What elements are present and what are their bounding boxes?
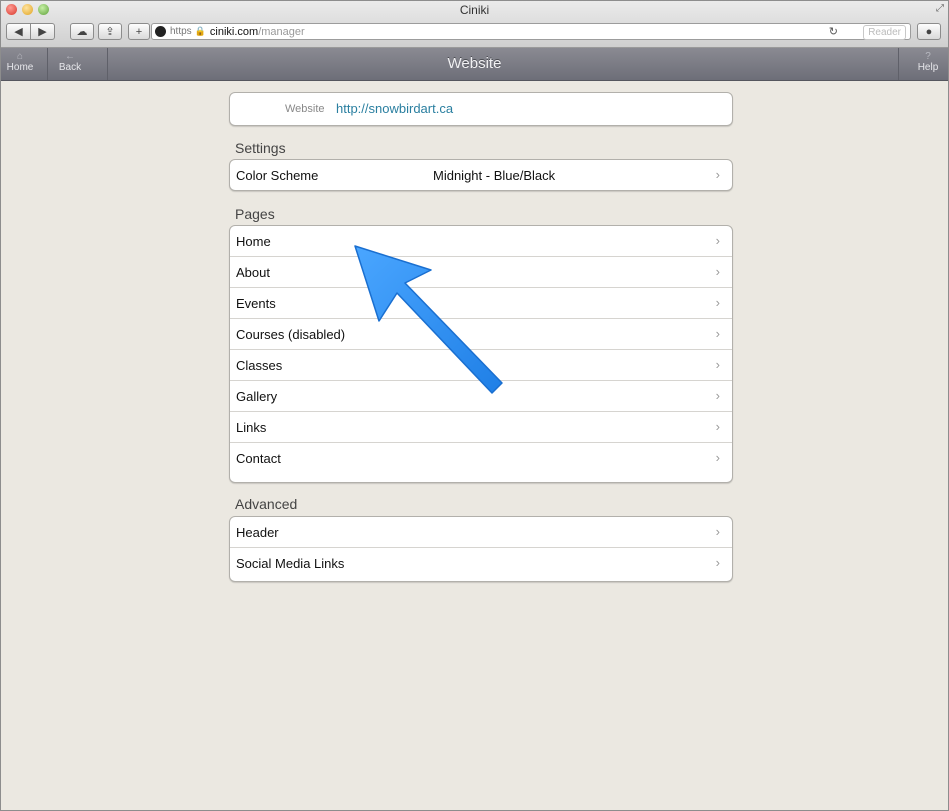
advanced-list: Header › Social Media Links › xyxy=(229,516,733,582)
page-row-events[interactable]: Events › xyxy=(230,287,732,318)
advanced-heading: Advanced xyxy=(235,496,298,512)
fullscreen-icon[interactable]: ⤢ xyxy=(936,3,944,14)
page-row-classes[interactable]: Classes › xyxy=(230,349,732,380)
reload-icon[interactable]: ↻ xyxy=(829,25,838,38)
plus-icon: + xyxy=(135,25,143,38)
cloud-icon: ☁ xyxy=(76,26,88,38)
page-row-gallery[interactable]: Gallery › xyxy=(230,380,732,411)
page-row-home[interactable]: Home › xyxy=(230,226,732,256)
share-button[interactable]: ⇪ xyxy=(98,23,122,40)
settings-list: Color Scheme Midnight - Blue/Black › xyxy=(229,159,733,191)
chevron-right-icon: › xyxy=(715,326,720,341)
chevron-right-icon: › xyxy=(715,555,720,570)
chevron-right-icon: › xyxy=(715,450,720,465)
chevron-right-icon: › xyxy=(715,233,720,248)
pages-heading: Pages xyxy=(235,206,275,222)
toolbar-divider xyxy=(898,48,899,80)
site-favicon-icon xyxy=(155,26,166,37)
row-label: Courses (disabled) xyxy=(236,327,346,342)
row-label: Color Scheme xyxy=(236,168,319,183)
address-bar[interactable]: https 🔒 ciniki.com /manager ↻ Reader xyxy=(151,23,911,40)
row-label: Gallery xyxy=(236,389,278,404)
website-url-link[interactable]: http://snowbirdart.ca xyxy=(336,101,453,116)
row-label: Social Media Links xyxy=(236,556,345,571)
pages-list: Home › About › Events › Courses (disable… xyxy=(229,225,733,483)
triangle-right-icon: ▶ xyxy=(38,26,47,38)
browser-window: Ciniki ⤢ ◀ ▶ ☁ ⇪ + https 🔒 ciniki.com /m… xyxy=(0,0,949,811)
chevron-right-icon: › xyxy=(715,264,720,279)
browser-back-button[interactable]: ◀ xyxy=(6,23,31,40)
advanced-row-social-media-links[interactable]: Social Media Links › xyxy=(230,547,732,578)
row-label: Events xyxy=(236,296,276,311)
toolbar-help-button[interactable]: ? Help xyxy=(912,51,944,73)
row-label: Links xyxy=(236,420,267,435)
toolbar-help-label: Help xyxy=(917,62,939,73)
advanced-row-header[interactable]: Header › xyxy=(230,517,732,547)
icloud-tabs-button[interactable]: ☁ xyxy=(70,23,94,40)
chevron-right-icon: › xyxy=(715,524,720,539)
row-label: Home xyxy=(236,234,271,249)
row-label: Header xyxy=(236,525,279,540)
triangle-left-icon: ◀ xyxy=(14,26,23,38)
url-domain: ciniki.com xyxy=(209,25,259,38)
url-scheme: https xyxy=(170,26,192,37)
chevron-right-icon: › xyxy=(715,295,720,310)
help-icon: ? xyxy=(925,51,931,62)
reader-button[interactable]: Reader xyxy=(863,25,906,40)
lock-icon: 🔒 xyxy=(194,26,206,36)
page-row-courses[interactable]: Courses (disabled) › xyxy=(230,318,732,349)
color-scheme-row[interactable]: Color Scheme Midnight - Blue/Black › xyxy=(230,160,732,190)
share-icon: ⇪ xyxy=(105,26,115,38)
row-label: Classes xyxy=(236,358,283,373)
chevron-right-icon: › xyxy=(715,167,720,182)
page-row-contact[interactable]: Contact › xyxy=(230,442,732,473)
downloads-button[interactable]: ● xyxy=(917,23,941,40)
website-label: Website xyxy=(285,103,325,115)
chevron-right-icon: › xyxy=(715,419,720,434)
url-path: /manager xyxy=(258,25,305,38)
downloads-icon: ● xyxy=(925,25,933,38)
browser-forward-button[interactable]: ▶ xyxy=(30,23,55,40)
chevron-right-icon: › xyxy=(715,357,720,372)
settings-heading: Settings xyxy=(235,140,286,156)
row-label: Contact xyxy=(236,451,281,466)
window-title: Ciniki xyxy=(459,3,490,17)
new-tab-button[interactable]: + xyxy=(128,23,150,40)
page-row-links[interactable]: Links › xyxy=(230,411,732,442)
app-toolbar: ⌂ Home ← Back Website ? Help xyxy=(1,48,948,81)
page-title: Website xyxy=(447,55,502,72)
page-row-about[interactable]: About › xyxy=(230,256,732,287)
row-value: Midnight - Blue/Black xyxy=(433,168,556,183)
row-label: About xyxy=(236,265,270,280)
website-url-row[interactable]: Website http://snowbirdart.ca xyxy=(229,92,733,126)
chevron-right-icon: › xyxy=(715,388,720,403)
browser-titlebar: Ciniki ⤢ ◀ ▶ ☁ ⇪ + https 🔒 ciniki.com /m… xyxy=(1,1,948,48)
